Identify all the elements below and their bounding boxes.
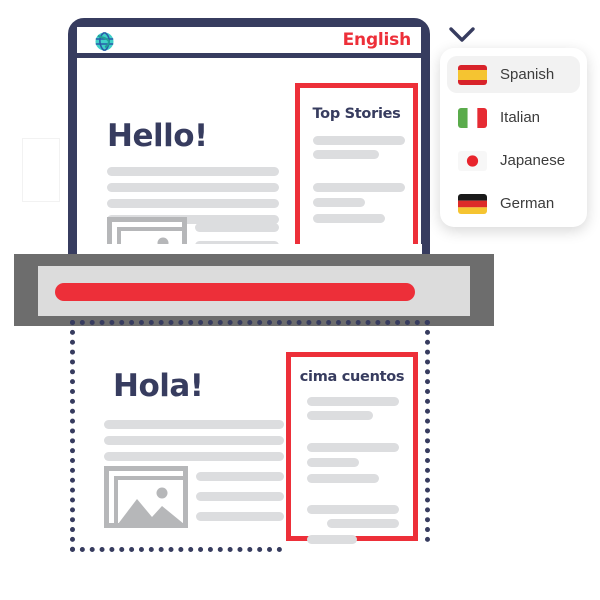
flag-germany-icon xyxy=(458,193,487,214)
language-dropdown-menu[interactable]: Spanish Italian Japanese German xyxy=(440,48,587,227)
story-line xyxy=(313,136,405,145)
text-line xyxy=(196,512,284,521)
language-option-label: Japanese xyxy=(500,152,566,169)
text-line xyxy=(107,183,279,192)
text-line xyxy=(195,223,279,232)
flag-italy-icon xyxy=(458,107,487,128)
globe-icon xyxy=(95,31,114,52)
language-option-label: German xyxy=(500,195,555,212)
text-line xyxy=(196,492,284,501)
language-option-german[interactable]: German xyxy=(447,185,580,222)
output-paper-sheet xyxy=(282,543,480,580)
chevron-down-icon[interactable] xyxy=(448,25,476,45)
illustration-canvas: English Hello! Top Stories Hola! cima cu… xyxy=(0,0,600,600)
story-line xyxy=(307,443,399,452)
browser-toolbar: English xyxy=(77,27,421,58)
language-option-japanese[interactable]: Japanese xyxy=(447,142,580,179)
page-title-translated: Hola! xyxy=(113,368,204,404)
language-option-label: Italian xyxy=(500,109,541,126)
text-line xyxy=(107,199,279,208)
story-line xyxy=(307,535,357,544)
story-line xyxy=(313,183,405,192)
top-stories-title: Top Stories xyxy=(312,106,401,122)
story-line xyxy=(307,474,379,483)
text-line xyxy=(107,167,279,176)
language-option-italian[interactable]: Italian xyxy=(447,99,580,136)
story-line xyxy=(313,198,365,207)
image-placeholder-icon xyxy=(104,466,188,528)
story-line xyxy=(313,150,379,159)
current-language-label[interactable]: English xyxy=(343,30,412,50)
page-title-source: Hello! xyxy=(107,118,208,154)
story-line xyxy=(307,397,399,406)
language-option-spanish[interactable]: Spanish xyxy=(447,56,580,93)
story-line xyxy=(307,505,399,514)
flag-japan-icon xyxy=(458,150,487,171)
text-line xyxy=(104,436,284,445)
translated-stories-panel: cima cuentos xyxy=(286,352,418,544)
text-line xyxy=(196,472,284,481)
translated-stories-title: cima cuentos xyxy=(299,369,405,385)
story-line xyxy=(307,411,373,420)
language-option-label: Spanish xyxy=(500,66,555,83)
scanner-light-bar xyxy=(55,283,415,301)
paper-sheet-left xyxy=(22,138,60,202)
flag-spain-icon xyxy=(458,64,487,85)
story-line xyxy=(313,214,385,223)
text-line xyxy=(104,452,284,461)
story-line xyxy=(327,519,399,528)
story-line xyxy=(307,458,359,467)
text-line xyxy=(104,420,284,429)
